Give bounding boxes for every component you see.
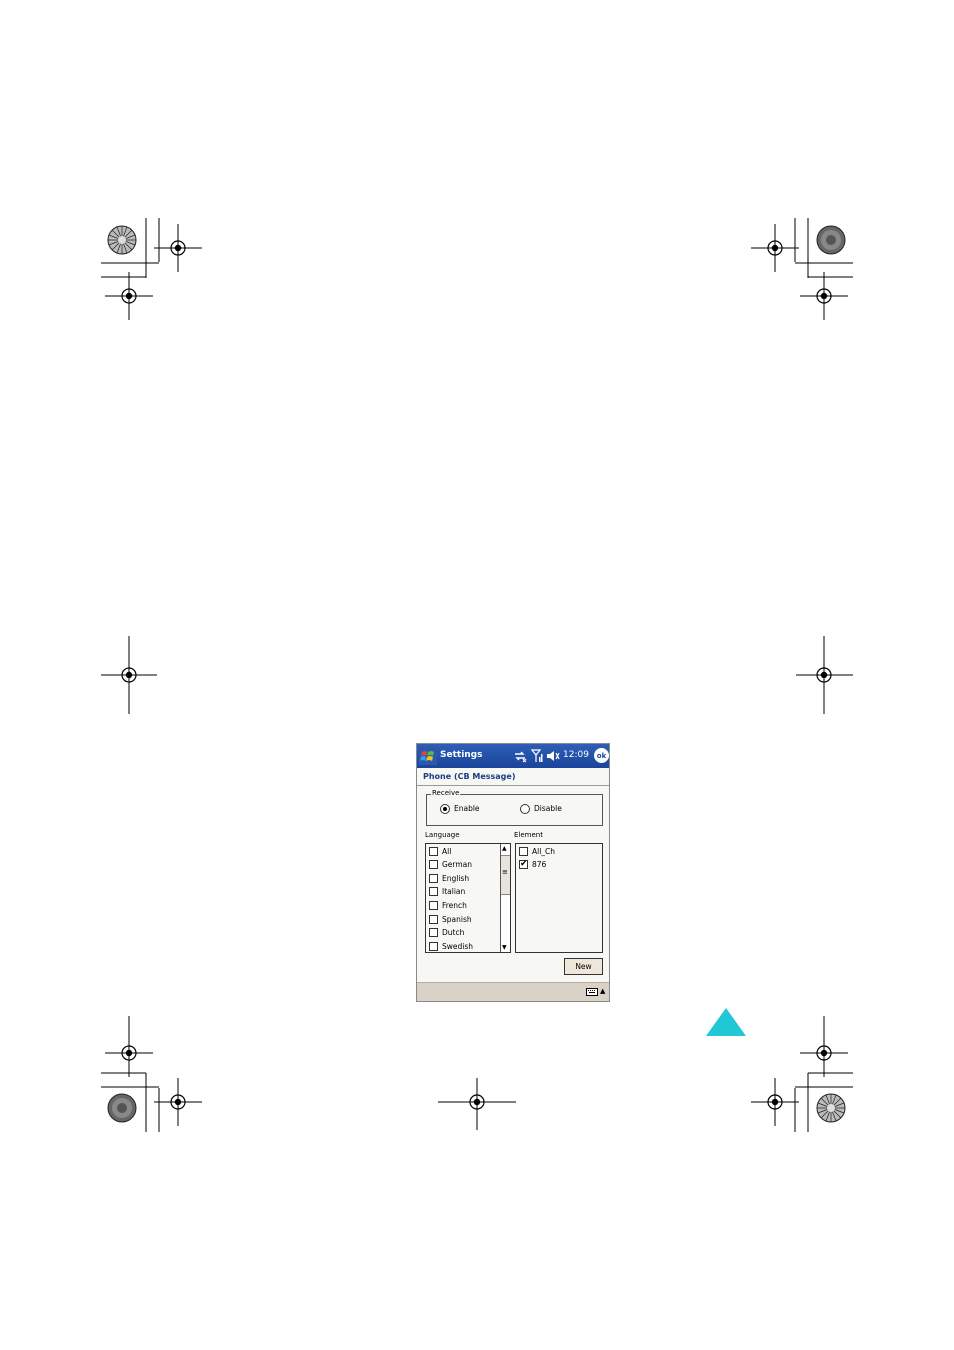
language-item-swedish[interactable]: Swedish	[428, 940, 498, 953]
grip-icon: ≡	[502, 868, 508, 876]
receive-legend: Receive	[431, 789, 461, 797]
checkbox[interactable]	[429, 847, 438, 856]
page-title: Phone (CB Message)	[423, 772, 516, 781]
list-item-label: Spanish	[442, 915, 472, 924]
windows-start-icon[interactable]	[419, 747, 437, 765]
list-item-label: French	[442, 901, 467, 910]
list-item-label: Swedish	[442, 942, 474, 951]
checkbox[interactable]	[429, 887, 438, 896]
registration-marks	[101, 218, 853, 1132]
taskbar: ▲	[417, 982, 609, 1001]
list-item-label: German	[442, 860, 473, 869]
checkmark-icon: ✔	[520, 859, 528, 869]
checkbox[interactable]	[429, 874, 438, 883]
language-item-dutch[interactable]: Dutch	[428, 926, 498, 939]
app-title: Settings	[440, 750, 483, 760]
pocketpc-screen: Settings 12:09 ok Phone (CB Message) Rec…	[416, 743, 610, 1002]
divider	[417, 785, 609, 786]
language-item-german[interactable]: German	[428, 858, 498, 871]
disable-radio[interactable]	[520, 804, 530, 814]
list-item-label: Dutch	[442, 928, 465, 937]
signal-icon[interactable]	[531, 749, 543, 763]
language-item-spanish[interactable]: Spanish	[428, 913, 498, 926]
language-label: Language	[425, 831, 460, 839]
disable-label[interactable]: Disable	[534, 804, 562, 813]
language-item-italian[interactable]: Italian	[428, 885, 498, 898]
language-item-all[interactable]: All	[428, 845, 498, 858]
checkbox[interactable]	[429, 915, 438, 924]
checkbox[interactable]	[429, 901, 438, 910]
language-scrollbar[interactable]: ▲ ≡ ▼	[500, 844, 510, 952]
language-item-english[interactable]: English	[428, 872, 498, 885]
list-item-label: All_Ch	[532, 847, 556, 856]
scroll-thumb[interactable]: ≡	[501, 855, 510, 895]
language-list[interactable]: All German English Italian French Spanis…	[425, 843, 511, 953]
list-item-label: 876	[532, 860, 547, 869]
list-item-label: English	[442, 874, 470, 883]
language-item-french[interactable]: French	[428, 899, 498, 912]
clock[interactable]: 12:09	[563, 750, 589, 760]
checkbox[interactable]	[429, 928, 438, 937]
receive-groupbox: Receive Enable Disable	[426, 789, 603, 826]
scroll-down-icon[interactable]: ▼	[502, 944, 507, 951]
sync-icon[interactable]	[513, 749, 527, 763]
list-item-label: All	[442, 847, 452, 856]
element-label: Element	[514, 831, 543, 839]
scroll-up-icon[interactable]: ▲	[502, 845, 507, 852]
ok-button[interactable]: ok	[594, 748, 609, 763]
keyboard-icon[interactable]	[586, 988, 598, 996]
title-bar: Settings 12:09 ok	[417, 744, 609, 768]
checkbox[interactable]	[429, 942, 438, 951]
radio-selected-dot	[443, 807, 447, 811]
checkbox[interactable]	[519, 847, 528, 856]
checkbox[interactable]: ✔	[519, 859, 528, 869]
sip-arrow-icon[interactable]: ▲	[600, 987, 605, 995]
checkbox[interactable]	[429, 860, 438, 869]
element-item-all-ch[interactable]: All_Ch	[518, 845, 588, 858]
speaker-icon[interactable]	[546, 749, 560, 763]
new-button[interactable]: New	[564, 958, 603, 975]
element-list[interactable]: All_Ch ✔ 876	[515, 843, 603, 953]
enable-label[interactable]: Enable	[454, 804, 480, 813]
enable-radio[interactable]	[440, 804, 450, 814]
element-item-876[interactable]: ✔ 876	[518, 858, 588, 871]
list-item-label: Italian	[442, 887, 466, 896]
triangle-marker-icon	[706, 1008, 746, 1036]
